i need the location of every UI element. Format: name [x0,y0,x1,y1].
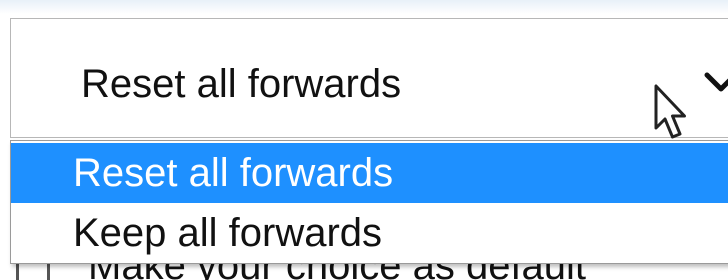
forwards-select[interactable]: Reset all forwards [10,18,728,139]
forwards-select-value: Reset all forwards [81,62,402,106]
forwards-dropdown-list: Reset all forwards Keep all forwards [10,140,728,264]
option-keep-all-forwards[interactable]: Keep all forwards [11,203,728,263]
stage: Make your choice as default Reset all fo… [0,0,728,280]
chevron-down-icon[interactable] [701,67,728,97]
option-reset-all-forwards[interactable]: Reset all forwards [11,143,728,203]
mouse-pointer-icon [654,84,686,139]
